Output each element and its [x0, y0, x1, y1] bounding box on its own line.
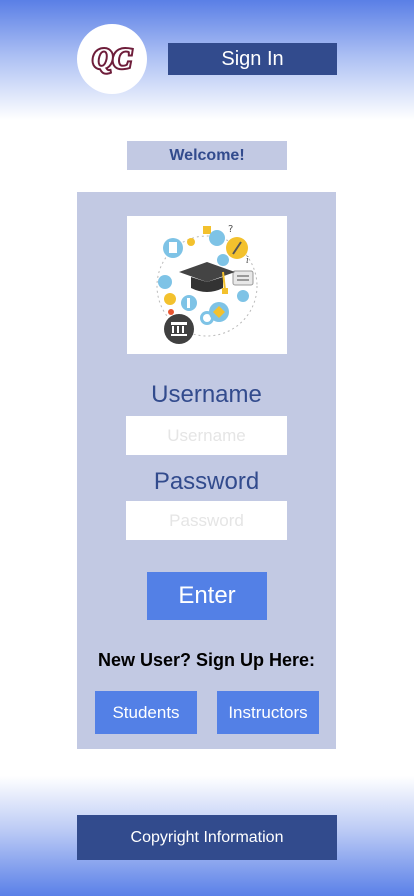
username-label: Username: [151, 381, 262, 408]
password-label: Password: [153, 468, 260, 495]
students-signup-button[interactable]: Students: [95, 691, 197, 734]
education-graduation-cap-icon: ? i: [156, 224, 258, 344]
welcome-banner: Welcome!: [127, 141, 287, 170]
logo-lettering: QC: [93, 44, 132, 75]
app-logo[interactable]: QC: [77, 24, 147, 94]
svg-text:i: i: [246, 256, 249, 266]
svg-text:?: ?: [228, 224, 233, 235]
education-illustration: ? i: [127, 216, 287, 354]
enter-button[interactable]: Enter: [147, 572, 267, 620]
qc-logo-icon: QC: [91, 42, 134, 77]
password-input[interactable]: [126, 501, 287, 540]
copyright-info-button[interactable]: Copyright Information: [77, 815, 337, 860]
signin-header-button[interactable]: Sign In: [168, 43, 337, 75]
signup-prompt: New User? Sign Up Here:: [97, 650, 316, 670]
instructors-signup-button[interactable]: Instructors: [217, 691, 319, 734]
username-input[interactable]: [126, 416, 287, 455]
